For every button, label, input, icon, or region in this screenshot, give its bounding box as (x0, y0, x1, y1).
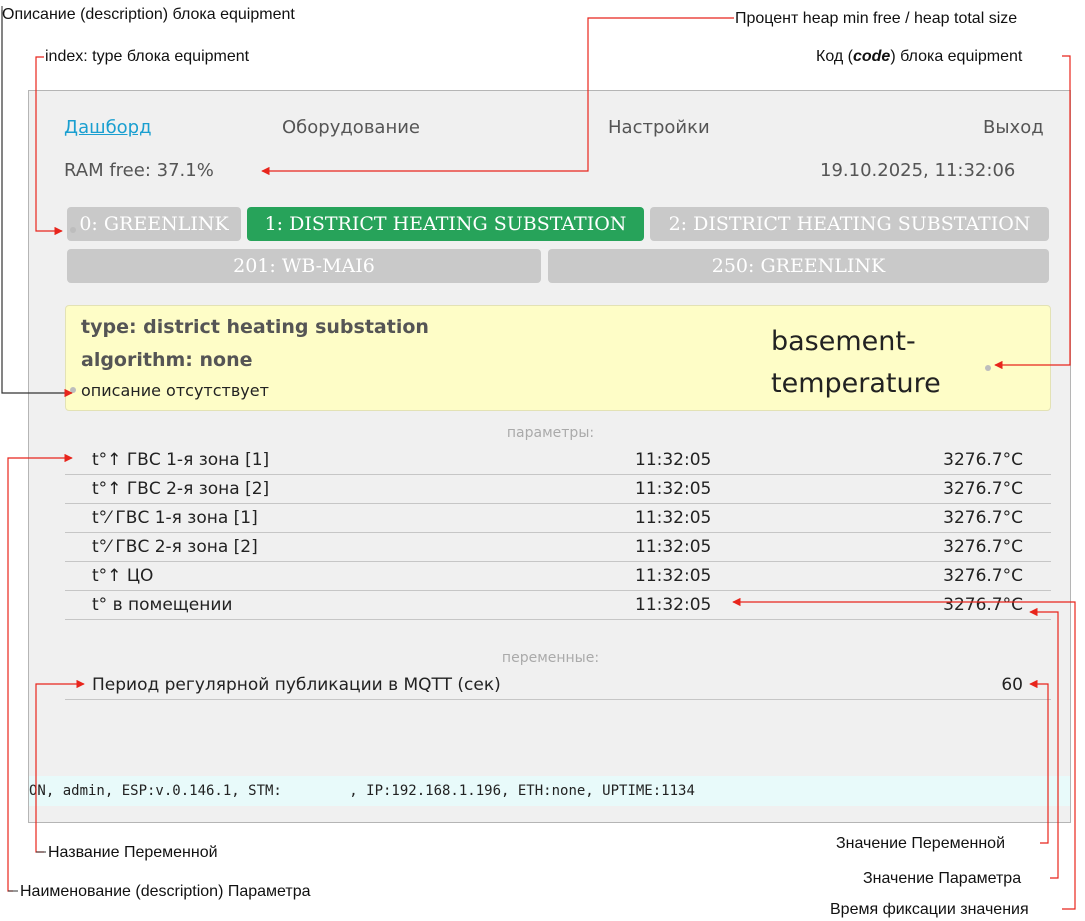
equipment-info-panel: type: district heating substation algori… (65, 305, 1051, 411)
code-marker-dot (985, 365, 991, 371)
param-row: t°↑ ГВС 2-я зона [2] 11:32:05 3276.7°C (65, 475, 1051, 504)
annotation-description-block: Описание (description) блока equipment (2, 6, 295, 23)
equipment-description: описание отсутствует (81, 381, 269, 400)
param-time: 11:32:05 (635, 479, 712, 499)
status-footer: ON, admin, ESP:v.0.146.1, STM: , IP:192.… (29, 776, 1070, 806)
annotation-index-type: index: type блока equipment (45, 48, 250, 65)
param-row: t°↑ ГВС 1-я зона [1] 11:32:05 3276.7°C (65, 446, 1051, 475)
annotation-variable-value: Значение Переменной (836, 835, 1005, 852)
param-time: 11:32:05 (635, 566, 712, 586)
param-time: 11:32:05 (635, 508, 712, 528)
param-value: 3276.7°C (943, 595, 1023, 615)
equipment-type: type: district heating substation (81, 316, 429, 338)
param-name: t° в помещении (92, 595, 233, 615)
param-value: 3276.7°C (943, 537, 1023, 557)
param-value: 3276.7°C (943, 566, 1023, 586)
ram-free-status: RAM free: 37.1% (64, 160, 214, 181)
annotation-code-word: code (852, 48, 891, 65)
nav-logout-link[interactable]: Выход (983, 116, 1044, 140)
variable-name: Период регулярной публикации в MQTT (сек… (92, 675, 501, 695)
annotation-code-prefix: Код ( (816, 48, 853, 65)
param-name: t°⁄ ГВС 2-я зона [2] (92, 537, 258, 557)
param-name: t°⁄ ГВС 1-я зона [1] (92, 508, 258, 528)
annotation-param-name: Наименование (description) Параметра (20, 883, 311, 900)
param-time: 11:32:05 (635, 595, 712, 615)
variable-value: 60 (1001, 675, 1023, 695)
variable-row: Период регулярной публикации в MQTT (сек… (65, 671, 1051, 700)
annotation-heap-percent: Процент heap min free / heap total size (735, 10, 1018, 27)
equipment-algorithm: algorithm: none (81, 349, 253, 371)
equipment-tab-250[interactable]: 250: GREENLINK (548, 249, 1049, 283)
equipment-tab-0[interactable]: 0: GREENLINK (67, 207, 241, 241)
param-time: 11:32:05 (635, 537, 712, 557)
equipment-tab-1[interactable]: 1: DISTRICT HEATING SUBSTATION (247, 207, 644, 241)
datetime-status: 19.10.2025, 11:32:06 (820, 160, 1016, 181)
annotation-fix-time: Время фиксации значения (830, 901, 1029, 918)
annotation-code-suffix: ) блока equipment (890, 48, 1023, 65)
annotation-param-value: Значение Параметра (863, 870, 1022, 887)
param-value: 3276.7°C (943, 479, 1023, 499)
param-value: 3276.7°C (943, 450, 1023, 470)
nav-equipment-link[interactable]: Оборудование (282, 116, 420, 140)
description-marker-dot (70, 387, 76, 393)
equipment-tab-201[interactable]: 201: WB-MAI6 (67, 249, 541, 283)
params-header: параметры: (506, 425, 595, 441)
param-row: t°⁄ ГВС 2-я зона [2] 11:32:05 3276.7°C (65, 533, 1051, 562)
param-name: t°↑ ЦО (92, 566, 154, 586)
vars-header: переменные: (501, 650, 600, 666)
equipment-tab-2[interactable]: 2: DISTRICT HEATING SUBSTATION (650, 207, 1049, 241)
param-time: 11:32:05 (635, 450, 712, 470)
param-name: t°↑ ГВС 1-я зона [1] (92, 450, 270, 470)
param-name: t°↑ ГВС 2-я зона [2] (92, 479, 270, 499)
param-row: t°⁄ ГВС 1-я зона [1] 11:32:05 3276.7°C (65, 504, 1051, 533)
nav-dashboard-link[interactable]: Дашборд (64, 116, 152, 140)
annotation-variable-name: Название Переменной (48, 844, 218, 861)
annotation-code-block: Код (code) блока equipment (816, 47, 1022, 67)
param-row: t° в помещении 11:32:05 3276.7°C (65, 591, 1051, 620)
app-frame: Дашборд Оборудование Настройки Выход RAM… (28, 90, 1071, 823)
nav-settings-link[interactable]: Настройки (608, 116, 710, 140)
param-row: t°↑ ЦО 11:32:05 3276.7°C (65, 562, 1051, 591)
equipment-code: basement-temperature (771, 326, 941, 399)
param-value: 3276.7°C (943, 508, 1023, 528)
tab-marker-dot (70, 227, 76, 233)
